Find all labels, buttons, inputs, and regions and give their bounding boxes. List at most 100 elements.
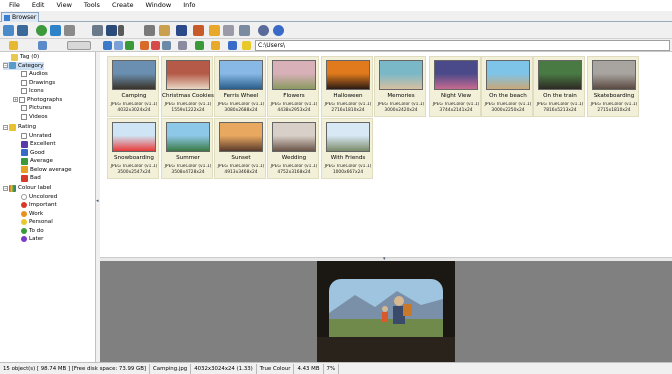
thumbnail-size-icon[interactable] xyxy=(178,41,187,50)
thumbnail-item[interactable]: Camping JPEG TrueColor (v1.1) 4032x3024x24 xyxy=(107,56,159,117)
thumbnail-image xyxy=(272,122,316,152)
expand-icon[interactable]: + xyxy=(13,97,18,103)
back-icon[interactable] xyxy=(36,25,47,36)
tree-rating-average[interactable]: Average xyxy=(21,157,53,166)
scan-icon[interactable] xyxy=(159,25,170,36)
thumbnail-format: JPEG TrueColor (v1.1) xyxy=(432,102,480,107)
thumbnail-item[interactable]: Flowers JPEG TrueColor (v1.1) 4438x2953x24 xyxy=(267,56,319,117)
nav-back-icon[interactable] xyxy=(103,41,112,50)
capture-icon[interactable] xyxy=(193,25,204,36)
tree-colour-todo[interactable]: To do xyxy=(21,227,44,236)
tree-colour-work[interactable]: Work xyxy=(21,210,43,219)
tag-icon[interactable] xyxy=(195,41,204,50)
copy-icon[interactable] xyxy=(162,41,171,50)
tree-colour-later[interactable]: Later xyxy=(21,235,43,244)
thumbnail-item[interactable]: With Friends JPEG TrueColor (v1.1) 1000x66… xyxy=(321,118,373,179)
settings-icon[interactable] xyxy=(258,25,269,36)
view-mode-button[interactable] xyxy=(67,41,91,50)
path-input[interactable] xyxy=(255,40,670,51)
print-icon[interactable] xyxy=(144,25,155,36)
tree-tag[interactable]: Tag (0) xyxy=(11,53,39,62)
search-dropdown-icon[interactable] xyxy=(118,25,124,36)
menu-view[interactable]: View xyxy=(50,0,77,11)
menu-tools[interactable]: Tools xyxy=(78,0,106,11)
search-icon[interactable] xyxy=(106,25,117,36)
tab-browser[interactable]: Browser xyxy=(1,12,39,22)
tree-item-icons[interactable]: Icons xyxy=(21,87,44,96)
tree-rating-bad[interactable]: Bad xyxy=(21,174,41,183)
tree-item-label: Personal xyxy=(29,219,53,226)
menu-edit[interactable]: Edit xyxy=(26,0,51,11)
thumbnail-item[interactable]: Halloween JPEG TrueColor (v1.1) 2716x1810x… xyxy=(321,56,373,117)
tree-colour-personal[interactable]: Personal xyxy=(21,218,53,227)
monitor-icon[interactable] xyxy=(239,25,250,36)
thumbnail-grid: Camping JPEG TrueColor (v1.1) 4032x3024x24… xyxy=(100,52,672,257)
thumbnail-item[interactable]: On the beach JPEG TrueColor (v1.1) 3000x22… xyxy=(481,56,533,117)
collapse-icon[interactable]: − xyxy=(3,63,8,69)
thumbnail-dimensions: 2716x1810x24 xyxy=(331,108,365,113)
thumbnail-dimensions: 4913x3468x24 xyxy=(224,170,258,175)
tree-item-videos[interactable]: Videos xyxy=(21,113,48,122)
tree-item-photographs[interactable]: + Photographs xyxy=(13,96,62,105)
thumbnail-item[interactable]: Christmas Cookies JPEG TrueColor (v1.1) 15… xyxy=(161,56,214,117)
folder-icon[interactable] xyxy=(209,25,220,36)
menu-window[interactable]: Window xyxy=(140,0,178,11)
excellent-icon xyxy=(21,140,28,148)
tag-icon xyxy=(11,53,18,61)
delete-icon[interactable] xyxy=(151,41,160,50)
tree-rating-unrated[interactable]: Unrated xyxy=(21,132,52,141)
collapse-icon[interactable]: − xyxy=(3,185,8,191)
checkbox-icon xyxy=(19,96,25,103)
browser-view-icon[interactable] xyxy=(3,25,14,36)
tree-rating[interactable]: − Rating xyxy=(3,123,36,132)
nav-forward-icon[interactable] xyxy=(114,41,123,50)
folder-up-icon[interactable] xyxy=(9,41,18,50)
thumbnail-item[interactable]: Ferris Wheel JPEG TrueColor (v1.1) 3080x26… xyxy=(214,56,266,117)
tree-item-audios[interactable]: Audios xyxy=(21,70,48,79)
thumbnail-name: On the train xyxy=(543,93,577,99)
acquire-icon[interactable] xyxy=(92,25,103,36)
status-colour: True Colour xyxy=(257,363,295,374)
tree-item-label: Pictures xyxy=(29,105,52,112)
new-folder-icon[interactable] xyxy=(140,41,149,50)
tree-item-drawings[interactable]: Drawings xyxy=(21,79,55,88)
tree-colour-uncolored[interactable]: Uncolored xyxy=(21,193,57,202)
thumbnail-item[interactable]: Memories JPEG TrueColor (v1.1) 3000x2420x2… xyxy=(374,56,426,117)
uncolored-dot-icon xyxy=(21,193,27,200)
thumbnail-item[interactable]: Summer JPEG TrueColor (v1.1) 3508x4728x24 xyxy=(161,118,213,179)
up-icon[interactable] xyxy=(125,41,134,50)
thumbnail-item[interactable]: Sunset JPEG TrueColor (v1.1) 4913x3468x24 xyxy=(214,118,266,179)
menu-create[interactable]: Create xyxy=(106,0,140,11)
tree-category[interactable]: − Category xyxy=(3,61,44,70)
info-icon[interactable] xyxy=(273,25,284,36)
tree-rating-excellent[interactable]: Excellent xyxy=(21,140,56,149)
tree-toggle-icon[interactable] xyxy=(38,41,47,50)
tree-colour-important[interactable]: Important xyxy=(21,201,57,210)
thumbnail-item[interactable]: On the train JPEG TrueColor (v1.1) 7816x52… xyxy=(533,56,585,117)
tree-rating-good[interactable]: Good xyxy=(21,149,45,158)
slideshow-icon[interactable] xyxy=(176,25,187,36)
thumbnail-name: Sunset xyxy=(231,155,251,161)
tree-item-pictures[interactable]: Pictures xyxy=(21,104,51,113)
thumbnail-item[interactable]: Snowboarding JPEG TrueColor (v1.1) 3500x25… xyxy=(107,118,159,179)
thumbnail-item[interactable]: Skateboarding JPEG TrueColor (v1.1) 2715x1… xyxy=(587,56,639,117)
thumbnail-dimensions: 4032x3024x24 xyxy=(117,108,151,113)
compare-icon[interactable] xyxy=(223,25,234,36)
tools-dropdown-icon[interactable] xyxy=(64,25,75,36)
status-zoom: 7% xyxy=(324,363,340,374)
thumbnail-item[interactable]: Wedding JPEG TrueColor (v1.1) 4752x3168x24 xyxy=(267,118,319,179)
refresh-icon[interactable] xyxy=(50,25,61,36)
tree-colour-label[interactable]: − Colour label xyxy=(3,184,51,193)
thumbnail-image xyxy=(326,122,370,152)
status-size: 4.43 MB xyxy=(294,363,324,374)
menu-file[interactable]: File xyxy=(3,0,26,11)
sort-icon[interactable] xyxy=(228,41,237,50)
thumbnail-item[interactable]: Night View JPEG TrueColor (v1.1) 3744x2141… xyxy=(429,56,481,117)
favorites-star-icon[interactable] xyxy=(242,41,251,50)
fullscreen-icon[interactable] xyxy=(17,25,28,36)
collapse-icon[interactable]: − xyxy=(3,124,8,130)
filter-icon[interactable] xyxy=(211,41,220,50)
checkbox-icon xyxy=(21,88,27,95)
tree-rating-below-average[interactable]: Below average xyxy=(21,166,72,175)
menu-info[interactable]: Info xyxy=(177,0,201,11)
